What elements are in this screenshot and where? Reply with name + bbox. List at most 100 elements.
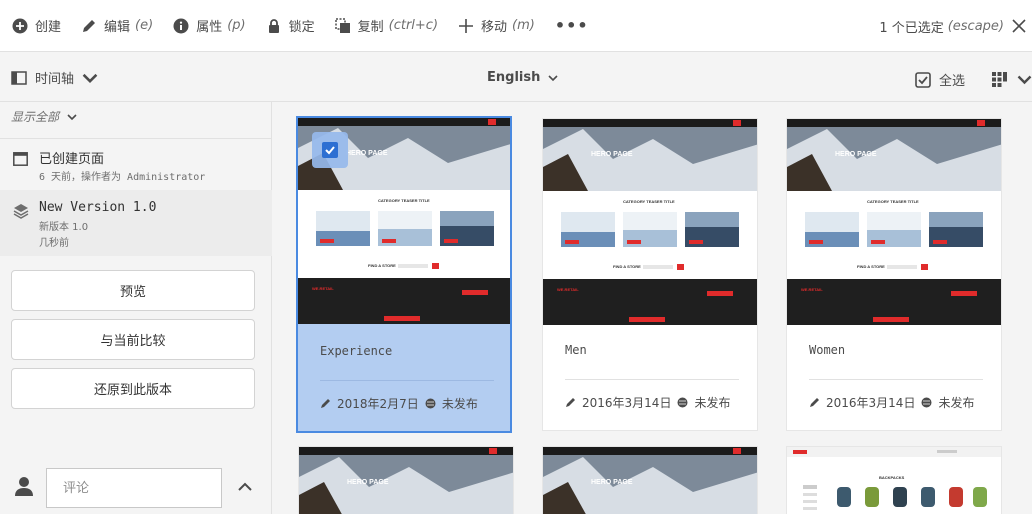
brand-logo: WE.RETAIL <box>557 287 579 292</box>
copy-icon <box>334 17 350 33</box>
edit-button[interactable]: 编辑 (e) <box>71 0 163 52</box>
card-meta: 2016年3月14日 未发布 <box>565 394 730 411</box>
category-title: CATEGORY TEASER TITLE <box>867 199 919 204</box>
brand-logo: WE.RETAIL <box>312 286 334 291</box>
hero-title: HERO PAGE <box>347 479 389 486</box>
hero-title: HERO PAGE <box>591 479 633 486</box>
timeline-entry-meta: 6 天前，操作者为 Administrator <box>39 172 206 183</box>
selection-status: 1 个已选定 (escape) <box>879 0 1026 52</box>
chevron-down-icon <box>548 74 558 81</box>
version-title: New Version 1.0 <box>39 200 157 215</box>
rail-selector[interactable]: 时间轴 <box>11 68 106 87</box>
select-all-button[interactable]: 全选 <box>915 70 965 89</box>
page-thumbnail: HERO PAGE CATEGORY TEASER TITLE FIND A S… <box>787 119 1001 325</box>
pencil-icon <box>566 398 575 407</box>
modified-date: 2018年2月7日 <box>337 397 419 411</box>
pencil-icon <box>321 399 330 408</box>
thumbnail-preview: HERO PAGE CATEGORY TEASER TITLE FIND A S… <box>787 119 1001 325</box>
page-card-experience[interactable]: HERO PAGE CATEGORY TEASER TITLE FIND A S… <box>296 116 512 433</box>
view-bar: 时间轴 English 全选 <box>0 52 1032 102</box>
hero-title: HERO PAGE <box>346 150 388 157</box>
divider <box>809 379 983 380</box>
properties-label: 属性 <box>196 20 223 35</box>
selection-shortcut: (escape) <box>947 18 1004 34</box>
page-icon <box>13 152 28 166</box>
store-label: FIND A STORE <box>613 264 641 269</box>
comment-input[interactable] <box>46 468 222 508</box>
copy-shortcut: (ctrl+c) <box>388 18 439 33</box>
move-label: 移动 <box>481 20 508 35</box>
select-all-label: 全选 <box>939 74 966 89</box>
page-card-men[interactable]: HERO PAGE CATEGORY TEASER TITLE FIND A S… <box>542 118 758 431</box>
page-card[interactable]: BACKPACKS <box>786 446 1002 514</box>
store-label: FIND A STORE <box>857 264 885 269</box>
lock-button[interactable]: 锁定 <box>256 0 325 52</box>
card-meta: 2016年3月14日 未发布 <box>809 394 974 411</box>
copy-label: 复制 <box>357 20 384 35</box>
hero-title: HERO PAGE <box>591 151 633 158</box>
chevron-up-icon[interactable] <box>237 480 253 494</box>
create-label: 创建 <box>35 20 62 35</box>
brand-logo: WE.RETAIL <box>801 287 823 292</box>
move-icon <box>459 18 474 33</box>
close-icon[interactable] <box>1012 19 1026 33</box>
plus-circle-icon <box>12 18 28 33</box>
language-label: English <box>487 70 541 85</box>
preview-button[interactable]: 预览 <box>11 270 255 311</box>
page-card[interactable]: HERO PAGE <box>542 446 758 514</box>
page-card[interactable]: HERO PAGE <box>298 446 514 514</box>
create-button[interactable]: 创建 <box>0 0 71 52</box>
version-time: 几秒前 <box>39 238 69 249</box>
thumbnail-preview: HERO PAGE <box>543 447 757 514</box>
page-card-grid: HERO PAGE CATEGORY TEASER TITLE FIND A S… <box>273 102 1032 514</box>
lock-icon <box>268 18 279 33</box>
page-card-women[interactable]: HERO PAGE CATEGORY TEASER TITLE FIND A S… <box>786 118 1002 431</box>
language-selector[interactable]: English <box>487 70 558 85</box>
checkmark-icon <box>325 146 335 155</box>
thumbnail-preview: BACKPACKS <box>787 447 1001 514</box>
rail-panel-icon <box>11 70 27 85</box>
pencil-icon <box>810 398 819 407</box>
rail-selector-label: 时间轴 <box>35 72 75 87</box>
card-title: Men <box>565 343 587 357</box>
chevron-down-icon <box>1017 75 1032 85</box>
action-toolbar: 创建 编辑 (e) 属性 (p) 锁定 复制 (ctrl+c) 移动 (m) •… <box>0 0 1032 52</box>
store-label: FIND A STORE <box>368 263 396 268</box>
chevron-down-icon <box>82 73 98 83</box>
card-meta: 2018年2月7日 未发布 <box>320 395 478 412</box>
modified-date: 2016年3月14日 <box>826 396 916 410</box>
more-actions-button[interactable]: ••• <box>545 16 599 35</box>
timeline-entry-version[interactable]: New Version 1.0 新版本 1.0 几秒前 <box>0 190 272 256</box>
selection-checkbox[interactable] <box>312 132 348 168</box>
hero-title: HERO PAGE <box>835 151 877 158</box>
edit-shortcut: (e) <box>135 18 154 33</box>
chevron-down-icon <box>67 113 77 120</box>
page-thumbnail: HERO PAGE CATEGORY TEASER TITLE FIND A S… <box>298 118 510 324</box>
unpublished-globe-icon <box>425 398 436 409</box>
backpacks-title: BACKPACKS <box>879 475 905 480</box>
lock-label: 锁定 <box>288 20 315 35</box>
timeline-entry-created[interactable]: 已创建页面 6 天前，操作者为 Administrator <box>0 138 272 190</box>
show-all-filter[interactable]: 显示全部 <box>11 108 77 125</box>
revert-to-version-button[interactable]: 还原到此版本 <box>11 368 255 409</box>
info-icon <box>173 18 189 33</box>
timeline-entry-title: 已创建页面 <box>39 152 105 167</box>
unpublished-globe-icon <box>677 397 688 408</box>
view-switcher[interactable] <box>992 72 1032 87</box>
publish-status: 未发布 <box>441 397 478 411</box>
move-button[interactable]: 移动 (m) <box>448 0 545 52</box>
compare-to-current-button[interactable]: 与当前比较 <box>11 319 255 360</box>
copy-button[interactable]: 复制 (ctrl+c) <box>325 0 448 52</box>
modified-date: 2016年3月14日 <box>582 396 672 410</box>
publish-status: 未发布 <box>938 396 975 410</box>
properties-button[interactable]: 属性 (p) <box>163 0 255 52</box>
category-title: CATEGORY TEASER TITLE <box>623 199 675 204</box>
page-thumbnail: HERO PAGE CATEGORY TEASER TITLE FIND A S… <box>543 119 757 325</box>
card-title: Experience <box>320 344 393 358</box>
category-title: CATEGORY TEASER TITLE <box>378 198 430 203</box>
timeline-rail: 显示全部 已创建页面 6 天前，操作者为 Administrator New V… <box>0 102 272 514</box>
thumbnail-preview: HERO PAGE <box>299 447 513 514</box>
pencil-icon <box>83 19 96 32</box>
divider <box>320 380 494 381</box>
divider <box>565 379 739 380</box>
